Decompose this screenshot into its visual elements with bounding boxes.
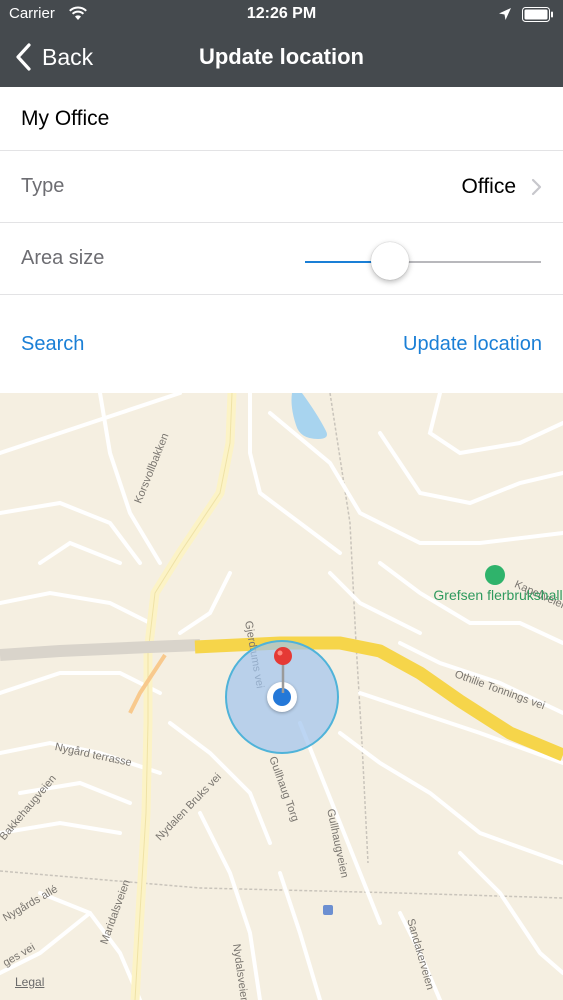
area-size-label: Area size	[21, 247, 105, 269]
update-location-button[interactable]: Update location	[403, 333, 542, 356]
area-size-slider[interactable]	[305, 241, 541, 281]
type-row[interactable]: Type Office	[0, 151, 563, 223]
navigation-bar: Carrier 12:26 PM Back Update location	[0, 0, 563, 87]
legal-link[interactable]: Legal	[15, 975, 44, 989]
area-size-row: Area size	[0, 223, 563, 295]
slider-thumb[interactable]	[371, 242, 409, 280]
location-form: My Office Type Office Area size Search U…	[0, 87, 563, 393]
page-title: Update location	[198, 44, 364, 69]
chevron-right-icon	[531, 178, 542, 196]
type-label: Type	[21, 175, 65, 197]
sports-hall-icon[interactable]	[485, 565, 505, 585]
status-bar: Carrier 12:26 PM	[0, 0, 563, 30]
name-row[interactable]: My Office	[0, 87, 563, 151]
search-button[interactable]: Search	[21, 333, 84, 356]
clock: 12:26 PM	[246, 5, 317, 22]
map-view[interactable]: Korsvollbakken Kapellveien Othilie Tonni…	[0, 393, 563, 1000]
battery-icon	[522, 7, 553, 22]
poi-label[interactable]: Grefsen flerbrukshall	[430, 587, 563, 603]
location-name-field[interactable]: My Office	[21, 107, 109, 131]
location-arrow-icon	[499, 8, 511, 20]
type-value: Office	[461, 175, 516, 198]
action-row: Search Update location	[0, 295, 563, 393]
screen: Carrier 12:26 PM Back Update location My…	[0, 0, 563, 1000]
map-pin-icon[interactable]	[268, 645, 298, 705]
